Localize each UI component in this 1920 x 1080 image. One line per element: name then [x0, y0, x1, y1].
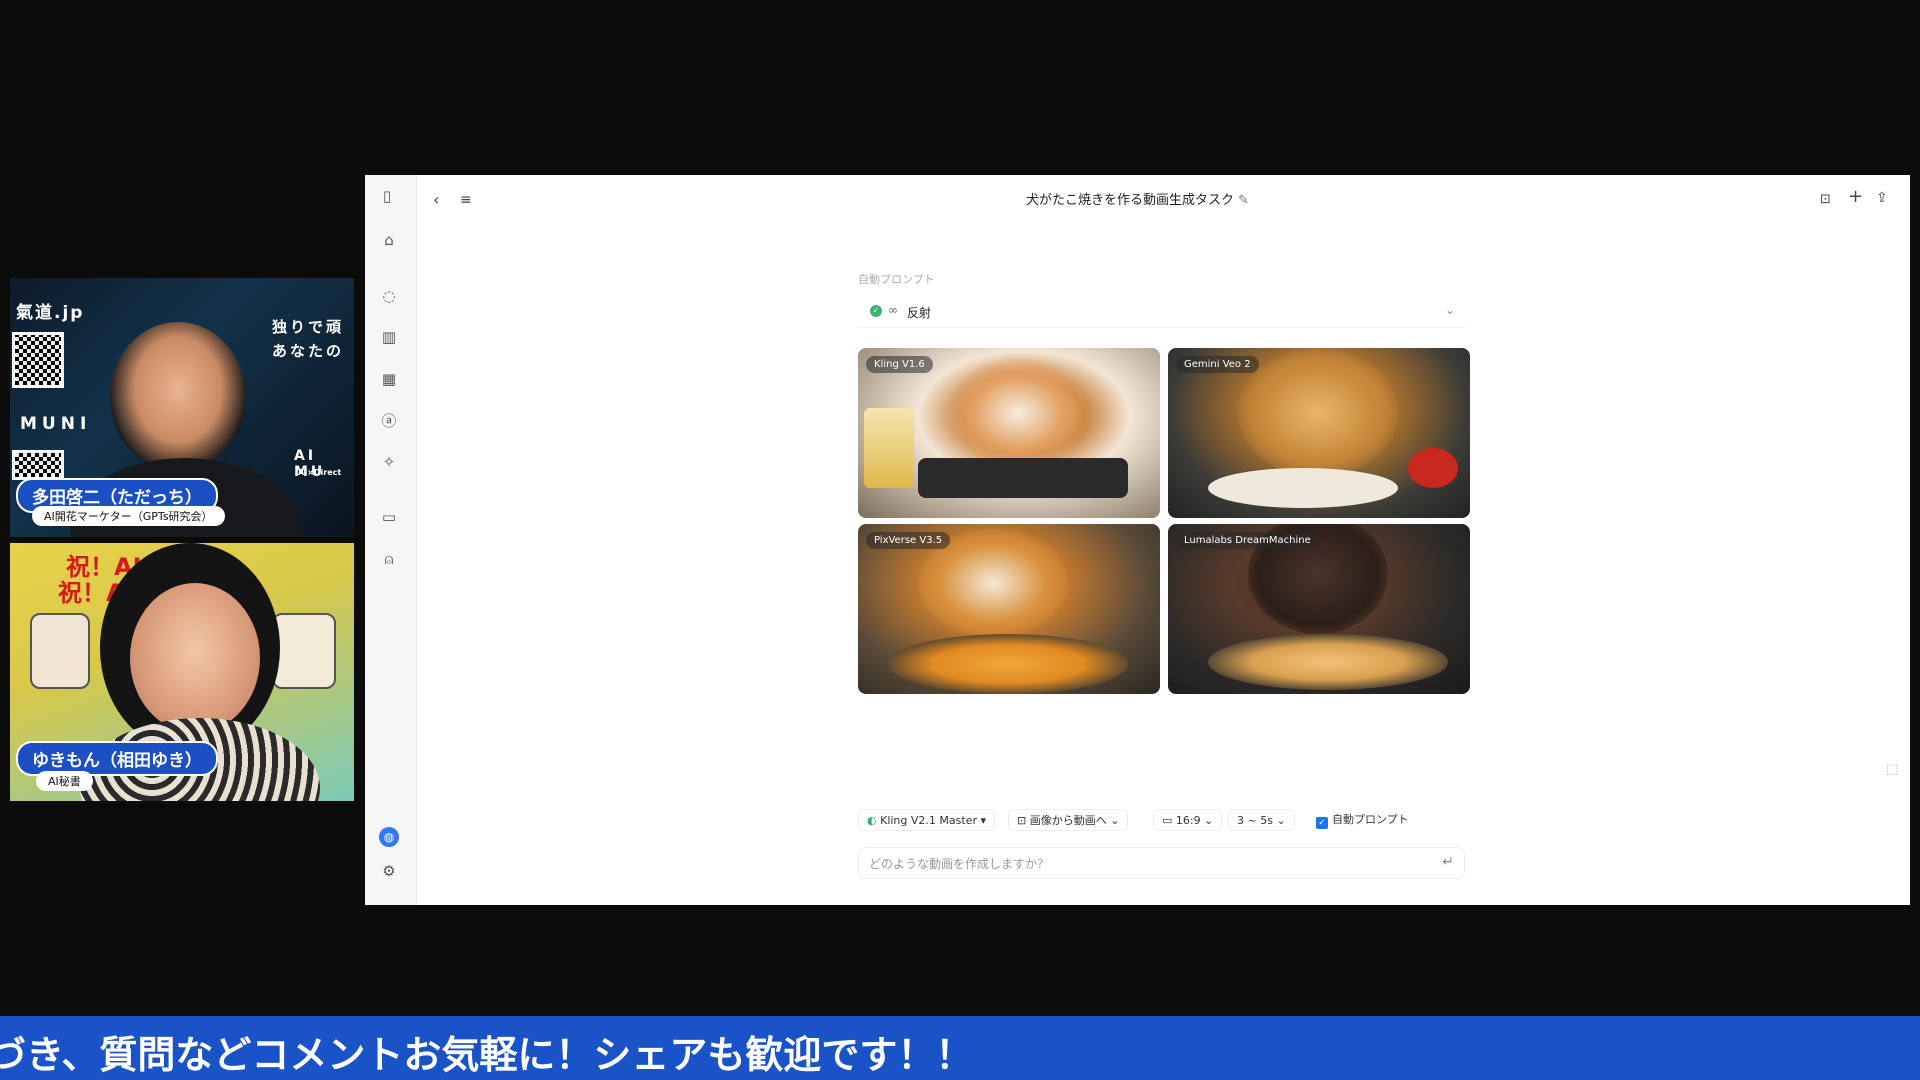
bg-text: 氣道.jp — [16, 303, 85, 323]
bg-text: MUNI — [20, 414, 92, 434]
app-window: ▯ ⌂ ◌ ▥ ▦ ⓐ ✧ ▭ ⍝ ◍ ⚙ ‹ ≡ 犬がたこ焼きを作る動画生成タ… — [365, 175, 1910, 905]
participant-role-badge: AI開花マーケター（GPTs研究会） — [32, 506, 225, 526]
prompt-input[interactable] — [869, 854, 1409, 874]
model-tag: Kling V1.6 — [866, 356, 933, 373]
auto-prompt-checkbox[interactable]: ✓ 自動プロンプト — [1308, 809, 1417, 831]
participant-face — [130, 583, 260, 733]
comment-ticker: づき、質問などコメントお気軽に！シェアも歓迎です！！ — [0, 1016, 1920, 1080]
pan-image — [918, 458, 1128, 498]
reflect-dropdown[interactable]: ✓ ∞ 反射 ⌄ — [858, 296, 1465, 328]
sparkle-icon[interactable]: ✧ — [379, 452, 399, 472]
reflect-label: 反射 — [907, 306, 932, 320]
participant-video-tadacchi: 氣道.jp 独りで頑 あなたの MUNI AI MU AI×Direct 多田啓… — [10, 278, 354, 537]
model-select-label: Kling V2.1 Master — [880, 814, 977, 827]
model-tag: Gemini Veo 2 — [1176, 356, 1259, 373]
ticker-text: づき、質問などコメントお気軽に！シェアも歓迎です！！ — [0, 1033, 974, 1077]
model-tag: Lumalabs DreamMachine — [1176, 532, 1319, 549]
infinity-icon: ∞ — [888, 303, 898, 317]
lock-icon[interactable]: ⊡ — [1820, 191, 1831, 209]
participant-video-yukimon: 祝！AIM 祝！AI ゆきもん（相田ゆき） AI秘書 — [10, 543, 354, 801]
takoyaki-image — [888, 634, 1128, 694]
generation-toolbar: ◐ Kling V2.1 Master ▾ ⊡ 画像から動画へ ⌄ ▭ 16:9… — [858, 809, 1465, 831]
task-title-text: 犬がたこ焼きを作る動画生成タスク — [1025, 193, 1234, 208]
participant-face — [110, 322, 246, 472]
video-card[interactable]: Kling V1.6 — [858, 348, 1160, 518]
glass-image — [864, 408, 914, 488]
illustration — [272, 613, 336, 689]
bg-text: AI×Direct — [298, 468, 342, 477]
participant-role-badge: AI秘書 — [36, 771, 93, 791]
prompt-box: ↵ — [858, 847, 1465, 879]
mode-select-label: 画像から動画へ — [1029, 814, 1107, 827]
table-icon[interactable]: ▦ — [379, 369, 399, 389]
ratio-select-label: 16:9 — [1175, 814, 1201, 827]
model-select[interactable]: ◐ Kling V2.1 Master ▾ — [858, 809, 995, 831]
folder-icon[interactable]: ▭ — [379, 507, 399, 527]
kling-logo-icon: ◐ — [867, 814, 877, 827]
edit-icon[interactable]: ✎ — [1238, 193, 1249, 208]
check-icon: ✓ — [870, 305, 882, 317]
globe-icon[interactable]: ◍ — [379, 827, 399, 847]
plate-image — [1208, 468, 1398, 508]
mode-select[interactable]: ⊡ 画像から動画へ ⌄ — [1008, 809, 1129, 831]
video-grid: Kling V1.6 Gemini Veo 2 PixVerse V3.5 Lu… — [858, 348, 1470, 694]
new-task-icon[interactable]: + — [1848, 188, 1863, 206]
chat-search-icon[interactable]: ◌ — [379, 286, 399, 306]
chevron-down-icon: ⌄ — [1444, 303, 1455, 317]
settings-icon[interactable]: ⚙ — [379, 861, 399, 881]
bg-text: 独りで頑 — [272, 318, 345, 336]
ratio-icon: ▭ — [1162, 814, 1173, 827]
qr-code — [12, 450, 64, 480]
bg-text: あなたの — [272, 342, 345, 360]
home-icon[interactable]: ⌂ — [379, 230, 399, 250]
ai-chat-icon[interactable]: ⓐ — [379, 411, 399, 431]
task-title: 犬がたこ焼きを作る動画生成タスク ✎ — [365, 189, 1910, 208]
image-to-video-icon: ⊡ — [1017, 814, 1027, 827]
model-tag: PixVerse V3.5 — [866, 532, 951, 549]
dog-image — [1238, 348, 1398, 478]
auto-prompt-checkbox-label: 自動プロンプト — [1332, 813, 1409, 826]
video-card[interactable]: Lumalabs DreamMachine — [1168, 524, 1470, 694]
video-card[interactable]: Gemini Veo 2 — [1168, 348, 1470, 518]
illustration — [30, 613, 90, 689]
dog-image — [948, 358, 1088, 468]
checkbox-icon: ✓ — [1316, 817, 1328, 829]
duration-select-label: 3 ~ 5s — [1237, 814, 1273, 827]
tomato-image — [1408, 448, 1458, 488]
cursor-icon: ⬚ — [1886, 762, 1899, 777]
sidebar-rail: ▯ ⌂ ◌ ▥ ▦ ⓐ ✧ ▭ ⍝ ◍ ⚙ — [365, 175, 417, 905]
video-card[interactable]: PixVerse V3.5 — [858, 524, 1160, 694]
screen: 氣道.jp 独りで頑 あなたの MUNI AI MU AI×Direct 多田啓… — [0, 0, 1920, 1080]
ratio-select[interactable]: ▭ 16:9 ⌄ — [1153, 809, 1223, 831]
enter-icon[interactable]: ↵ — [1442, 854, 1454, 870]
qr-code — [12, 332, 64, 388]
share-icon[interactable]: ⇪ — [1876, 189, 1888, 207]
duration-select[interactable]: 3 ~ 5s ⌄ — [1228, 809, 1295, 831]
user-icon[interactable]: ⍝ — [379, 549, 399, 569]
auto-prompt-label: 自動プロンプト — [858, 273, 935, 286]
takoyaki-image — [1208, 634, 1448, 690]
book-icon[interactable]: ▥ — [379, 327, 399, 347]
